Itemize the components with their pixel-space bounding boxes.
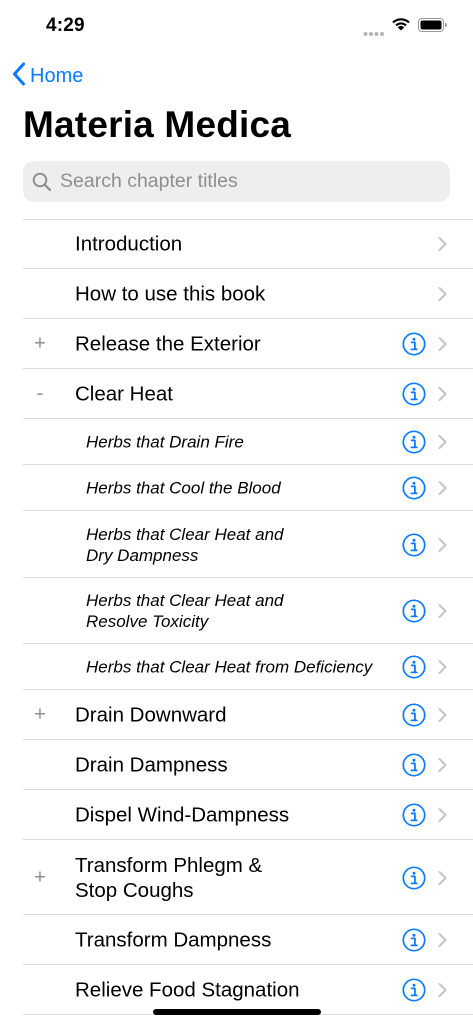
chapter-title: Drain Dampness	[75, 753, 228, 777]
info-icon[interactable]	[402, 599, 426, 623]
info-icon[interactable]	[402, 928, 426, 952]
info-icon[interactable]	[402, 532, 426, 557]
home-indicator[interactable]	[153, 1009, 321, 1015]
chevron-right-icon	[438, 983, 447, 998]
page-title: Materia Medica	[23, 104, 292, 145]
chapter-title: How to use this book	[75, 282, 266, 306]
chapter-subitem[interactable]: Herbs that Clear Heat and Resolve Toxici…	[0, 578, 473, 644]
info-icon[interactable]	[402, 803, 426, 827]
chapter-title: Drain Downward	[75, 703, 227, 727]
chapter-title: Transform Phlegm & Stop Coughs	[75, 853, 263, 902]
chevron-left-icon	[12, 62, 26, 91]
collapse-toggle[interactable]: -	[33, 383, 47, 406]
chevron-right-icon	[438, 287, 447, 302]
cellular-signal-icon	[363, 24, 385, 42]
chapter-title: Herbs that Clear Heat from Deficiency	[86, 657, 373, 677]
chapter-title: Herbs that Clear Heat and Dry Dampness	[86, 524, 284, 565]
search-input[interactable]	[58, 169, 432, 194]
info-icon[interactable]	[402, 978, 426, 1002]
chapter-subitem[interactable]: Herbs that Clear Heat and Dry Dampness	[0, 511, 473, 578]
wifi-icon	[391, 16, 411, 36]
info-icon[interactable]	[402, 865, 426, 890]
chapter-subitem[interactable]: Herbs that Cool the Blood	[0, 465, 473, 511]
back-button[interactable]: Home	[12, 62, 83, 91]
chevron-right-icon	[438, 870, 447, 885]
search-icon	[32, 172, 52, 192]
chevron-right-icon	[438, 387, 447, 402]
status-time: 4:29	[46, 15, 85, 36]
chapter-item[interactable]: Introduction	[0, 219, 473, 269]
chapter-title: Herbs that Clear Heat and Resolve Toxici…	[86, 591, 284, 631]
chevron-right-icon	[438, 808, 447, 823]
status-bar: 4:29	[0, 0, 473, 50]
info-icon[interactable]	[402, 476, 426, 500]
chapter-title: Clear Heat	[75, 382, 173, 406]
chapter-title: Introduction	[75, 232, 183, 256]
chevron-right-icon	[438, 758, 447, 773]
info-icon[interactable]	[402, 430, 426, 454]
chapter-item[interactable]: + Drain Downward	[0, 690, 473, 740]
chapter-item[interactable]: - Clear Heat	[0, 369, 473, 419]
chapter-list: Introduction How to use this book + Release…	[0, 219, 473, 1015]
chevron-right-icon	[438, 481, 447, 496]
chapter-item[interactable]: + Transform Phlegm & Stop Coughs	[0, 840, 473, 915]
chapter-title: Herbs that Drain Fire	[86, 432, 244, 452]
chevron-right-icon	[438, 604, 447, 619]
chapter-item[interactable]: Transform Dampness	[0, 915, 473, 965]
back-button-label: Home	[30, 65, 84, 87]
chapter-item[interactable]: How to use this book	[0, 269, 473, 319]
expand-toggle[interactable]: +	[33, 704, 47, 727]
chapter-title: Transform Dampness	[75, 928, 272, 952]
chevron-right-icon	[438, 708, 447, 723]
chapter-item[interactable]: Drain Dampness	[0, 740, 473, 790]
chapter-title: Herbs that Cool the Blood	[86, 478, 281, 498]
chapter-item[interactable]: + Release the Exterior	[0, 319, 473, 369]
info-icon[interactable]	[402, 753, 426, 777]
chapter-title: Dispel Wind-Dampness	[75, 803, 290, 827]
expand-toggle[interactable]: +	[33, 333, 47, 356]
chapter-item[interactable]: Dispel Wind-Dampness	[0, 790, 473, 840]
chevron-right-icon	[438, 337, 447, 352]
chevron-right-icon	[438, 237, 447, 252]
chapter-item[interactable]: Relieve Food Stagnation	[0, 965, 473, 1015]
expand-toggle[interactable]: +	[33, 866, 47, 889]
info-icon[interactable]	[402, 332, 426, 356]
chevron-right-icon	[438, 933, 447, 948]
chapter-subitem[interactable]: Herbs that Drain Fire	[0, 419, 473, 465]
chevron-right-icon	[438, 537, 447, 552]
search-bar[interactable]	[23, 161, 450, 202]
info-icon[interactable]	[402, 382, 426, 406]
info-icon[interactable]	[402, 655, 426, 679]
chapter-subitem[interactable]: Herbs that Clear Heat from Deficiency	[0, 644, 473, 690]
battery-icon	[418, 18, 448, 37]
chevron-right-icon	[438, 435, 447, 450]
chevron-right-icon	[438, 660, 447, 675]
chapter-title: Release the Exterior	[75, 332, 261, 356]
chapter-title: Relieve Food Stagnation	[75, 978, 300, 1002]
info-icon[interactable]	[402, 703, 426, 727]
